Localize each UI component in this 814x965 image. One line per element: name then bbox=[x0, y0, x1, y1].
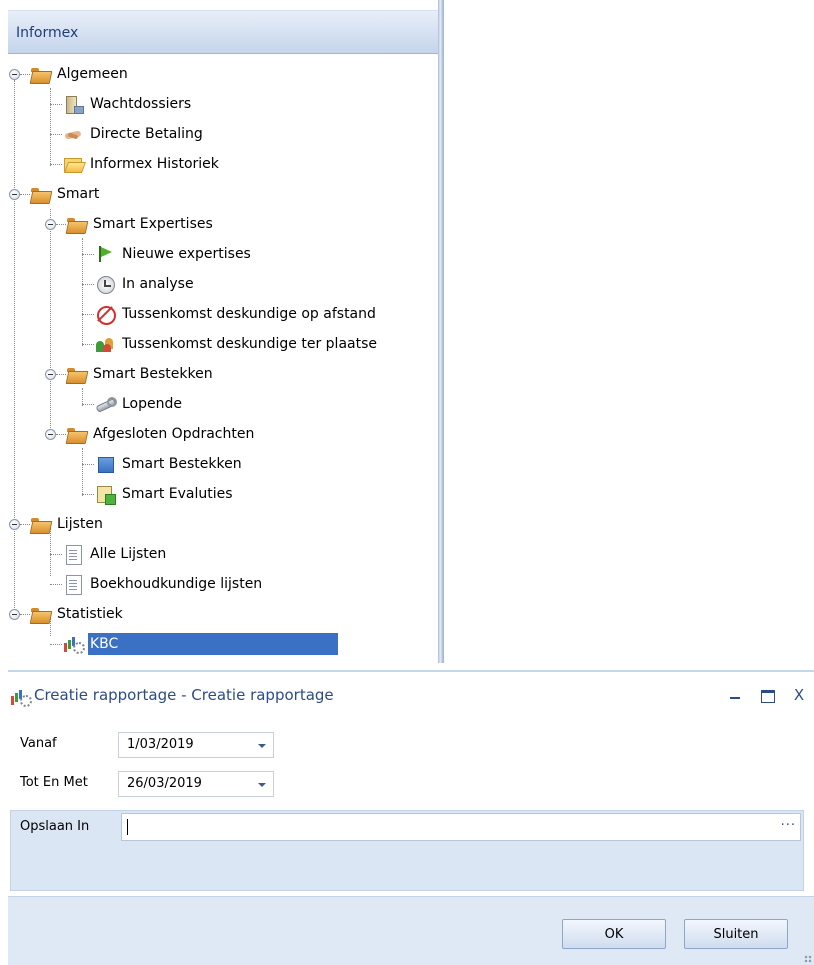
tree-node-kbc[interactable]: KBC bbox=[63, 631, 339, 657]
tree-node-alle-lijsten[interactable]: Alle Lijsten bbox=[63, 541, 168, 567]
tree-node-lopende[interactable]: Lopende bbox=[95, 391, 184, 417]
chevron-down-icon[interactable] bbox=[255, 777, 269, 791]
ok-button[interactable]: OK bbox=[562, 919, 666, 949]
to-date-value: 26/03/2019 bbox=[127, 776, 202, 791]
clock-icon bbox=[95, 275, 115, 294]
save-location-group: Opslaan In ··· bbox=[10, 810, 804, 891]
folder-icon bbox=[30, 185, 50, 203]
from-date-label: Vanaf bbox=[20, 736, 57, 751]
folder-icon bbox=[30, 515, 50, 533]
tree-node-afgesloten-opdrachten[interactable]: Afgesloten Opdrachten bbox=[66, 421, 256, 447]
to-date-label: Tot En Met bbox=[20, 775, 88, 790]
folder-icon bbox=[66, 365, 86, 383]
collapse-toggle-algemeen[interactable] bbox=[9, 69, 20, 80]
text-caret bbox=[127, 819, 128, 835]
resize-grip-icon[interactable] bbox=[804, 955, 812, 963]
to-date-field[interactable]: 26/03/2019 bbox=[118, 771, 274, 797]
minimize-button[interactable] bbox=[724, 684, 746, 706]
collapse-toggle-statistiek[interactable] bbox=[9, 609, 20, 620]
folder-icon bbox=[66, 215, 86, 233]
save-location-input[interactable]: ··· bbox=[121, 813, 801, 841]
save-location-label: Opslaan In bbox=[20, 819, 90, 834]
tree-node-lijsten[interactable]: Lijsten bbox=[30, 511, 105, 537]
dialog-title: Creatie rapportage - Creatie rapportage bbox=[34, 686, 334, 704]
close-window-button[interactable]: X bbox=[788, 684, 810, 706]
dialog-titlebar[interactable]: Creatie rapportage - Creatie rapportage … bbox=[8, 670, 814, 718]
tree-header-title: Informex bbox=[16, 25, 79, 41]
tree-node-afgesloten-smart-bestekken[interactable]: Smart Bestekken bbox=[95, 451, 244, 477]
collapse-toggle-afgesloten-opdrachten[interactable] bbox=[45, 429, 56, 440]
tree-node-boekhoudkundige-lijsten[interactable]: Boekhoudkundige lijsten bbox=[63, 571, 264, 597]
panel-splitter[interactable] bbox=[438, 0, 444, 663]
browse-ellipsis-icon[interactable]: ··· bbox=[781, 818, 796, 833]
wrench-icon bbox=[95, 395, 117, 413]
navigation-tree-panel: Informex Algemeen Wachtdossiers Directe … bbox=[0, 0, 444, 663]
tree-node-smart-bestekken[interactable]: Smart Bestekken bbox=[66, 361, 215, 387]
maximize-button[interactable] bbox=[756, 684, 778, 706]
folder-icon bbox=[30, 605, 50, 623]
tree-node-nieuwe-expertises[interactable]: Nieuwe expertises bbox=[95, 241, 253, 267]
chevron-down-icon[interactable] bbox=[255, 738, 269, 752]
tree-view: Algemeen Wachtdossiers Directe Betaling … bbox=[8, 60, 438, 663]
report-form: Vanaf 1/03/2019 Tot En Met 26/03/2019 Op… bbox=[10, 722, 804, 891]
prohibited-icon bbox=[95, 305, 116, 325]
folder-icon bbox=[30, 65, 50, 83]
chart-gear-icon bbox=[63, 635, 85, 654]
handshake-icon bbox=[63, 125, 83, 143]
flag-icon bbox=[95, 245, 115, 263]
blue-square-icon bbox=[95, 455, 115, 473]
close-button[interactable]: Sluiten bbox=[684, 919, 788, 949]
chart-gear-icon bbox=[10, 688, 32, 707]
tree-node-smart-evaluties[interactable]: Smart Evaluties bbox=[95, 481, 235, 507]
tree-node-directe-betaling[interactable]: Directe Betaling bbox=[63, 121, 205, 147]
dialog-footer: OK Sluiten bbox=[8, 896, 814, 965]
tree-node-statistiek[interactable]: Statistiek bbox=[30, 601, 125, 627]
people-icon bbox=[95, 335, 115, 353]
ok-button-label: OK bbox=[604, 926, 624, 942]
tree-node-informex-historiek[interactable]: Informex Historiek bbox=[63, 151, 221, 177]
tree-node-algemeen[interactable]: Algemeen bbox=[30, 61, 130, 87]
tree-header: Informex bbox=[8, 10, 438, 54]
close-button-label: Sluiten bbox=[713, 926, 759, 942]
from-date-field[interactable]: 1/03/2019 bbox=[118, 732, 274, 758]
report-dialog: Creatie rapportage - Creatie rapportage … bbox=[8, 670, 814, 965]
tree-node-wachtdossiers[interactable]: Wachtdossiers bbox=[63, 91, 193, 117]
tree-node-smart-expertises[interactable]: Smart Expertises bbox=[66, 211, 215, 237]
collapse-toggle-smart-bestekken[interactable] bbox=[45, 369, 56, 380]
tree-node-in-analyse[interactable]: In analyse bbox=[95, 271, 196, 297]
open-folder-icon bbox=[63, 155, 83, 173]
collapse-toggle-lijsten[interactable] bbox=[9, 519, 20, 530]
file-cabinet-icon bbox=[63, 95, 84, 114]
from-date-value: 1/03/2019 bbox=[127, 737, 194, 752]
list-document-icon bbox=[63, 575, 83, 595]
collapse-toggle-smart[interactable] bbox=[9, 189, 20, 200]
document-check-icon bbox=[95, 485, 116, 505]
tree-node-tussenkomst-op-afstand[interactable]: Tussenkomst deskundige op afstand bbox=[95, 301, 378, 327]
folder-icon bbox=[66, 425, 86, 443]
tree-node-tussenkomst-ter-plaatse[interactable]: Tussenkomst deskundige ter plaatse bbox=[95, 331, 379, 357]
collapse-toggle-smart-expertises[interactable] bbox=[45, 219, 56, 230]
tree-node-smart[interactable]: Smart bbox=[30, 181, 101, 207]
list-document-icon bbox=[63, 545, 83, 565]
